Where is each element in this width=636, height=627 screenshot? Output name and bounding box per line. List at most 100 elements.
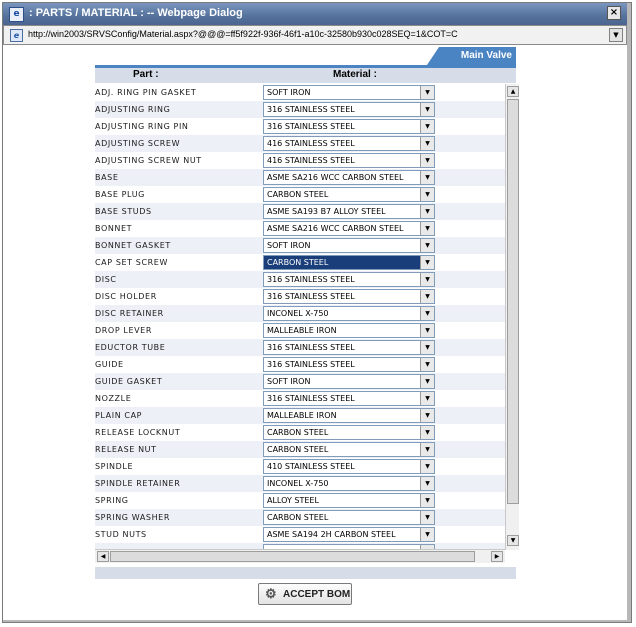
chevron-down-icon[interactable]: ▼ bbox=[420, 443, 434, 456]
chevron-down-icon[interactable]: ▼ bbox=[420, 239, 434, 252]
material-select[interactable]: 316 STAINLESS STEEL ▼ bbox=[263, 357, 435, 372]
chevron-down-icon[interactable]: ▼ bbox=[420, 273, 434, 286]
chevron-down-icon[interactable]: ▼ bbox=[420, 307, 434, 320]
table-row: SPRING WASHER CARBON STEEL ▼ bbox=[95, 509, 505, 526]
chevron-down-icon[interactable]: ▼ bbox=[420, 205, 434, 218]
chevron-down-icon[interactable]: ▼ bbox=[420, 324, 434, 337]
material-value: MALLEABLE IRON bbox=[267, 411, 337, 420]
hscroll-thumb[interactable] bbox=[110, 551, 475, 562]
chevron-down-icon[interactable]: ▼ bbox=[420, 188, 434, 201]
chevron-down-icon[interactable]: ▼ bbox=[609, 28, 623, 42]
part-label: DISC HOLDER bbox=[95, 292, 157, 301]
material-value: ASME SA216 WCC CARBON STEEL bbox=[267, 224, 404, 233]
table-row: DISC 316 STAINLESS STEEL ▼ bbox=[95, 271, 505, 288]
part-label: RELEASE NUT bbox=[95, 445, 157, 454]
material-select[interactable]: ASME SA193 B7 ALLOY STEEL ▼ bbox=[263, 204, 435, 219]
scroll-left-icon[interactable]: ◀ bbox=[97, 551, 109, 562]
material-select[interactable]: ASME SA216 WCC CARBON STEEL ▼ bbox=[263, 221, 435, 236]
material-value: ALLOY STEEL bbox=[267, 496, 319, 505]
material-select[interactable]: 316 STAINLESS STEEL ▼ bbox=[263, 119, 435, 134]
part-label: DISC RETAINER bbox=[95, 309, 164, 318]
chevron-down-icon[interactable]: ▼ bbox=[420, 154, 434, 167]
table-row: GUIDE 316 STAINLESS STEEL ▼ bbox=[95, 356, 505, 373]
material-select[interactable]: 316 STAINLESS STEEL ▼ bbox=[263, 102, 435, 117]
chevron-down-icon[interactable]: ▼ bbox=[420, 256, 434, 269]
chevron-down-icon[interactable]: ▼ bbox=[420, 290, 434, 303]
table-row: PLAIN CAP MALLEABLE IRON ▼ bbox=[95, 407, 505, 424]
scroll-right-icon[interactable]: ▶ bbox=[491, 551, 503, 562]
vertical-scrollbar[interactable]: ▲ ▼ bbox=[505, 84, 519, 550]
part-label: SPRING WASHER bbox=[95, 513, 170, 522]
material-select[interactable]: ALLOY STEEL ▼ bbox=[263, 493, 435, 508]
material-select[interactable]: MALLEABLE IRON ▼ bbox=[263, 408, 435, 423]
ie-page-icon: e bbox=[9, 7, 24, 22]
part-label: PLAIN CAP bbox=[95, 411, 143, 420]
horizontal-scrollbar[interactable]: ◀ ▶ bbox=[95, 549, 505, 563]
material-select[interactable]: 316 STAINLESS STEEL ▼ bbox=[263, 289, 435, 304]
chevron-down-icon[interactable]: ▼ bbox=[420, 409, 434, 422]
material-select[interactable]: INCONEL X-750 ▼ bbox=[263, 476, 435, 491]
material-select[interactable]: 416 STAINLESS STEEL ▼ bbox=[263, 136, 435, 151]
material-select[interactable]: CARBON STEEL ▼ bbox=[263, 425, 435, 440]
material-select[interactable]: 316 STAINLESS STEEL ▼ bbox=[263, 272, 435, 287]
chevron-down-icon[interactable]: ▼ bbox=[420, 460, 434, 473]
material-value: 416 STAINLESS STEEL bbox=[267, 156, 355, 165]
material-select[interactable]: CARBON STEEL ▼ bbox=[263, 510, 435, 525]
material-select[interactable]: 410 STAINLESS STEEL ▼ bbox=[263, 459, 435, 474]
chevron-down-icon[interactable]: ▼ bbox=[420, 137, 434, 150]
title-bar[interactable]: e : PARTS / MATERIAL : -- Webpage Dialog… bbox=[3, 3, 627, 25]
accept-bom-button[interactable]: ⚙ ACCEPT BOM bbox=[258, 583, 352, 605]
scroll-thumb[interactable] bbox=[507, 99, 519, 504]
material-select[interactable]: CARBON STEEL ▼ bbox=[263, 187, 435, 202]
material-select[interactable]: SOFT IRON ▼ bbox=[263, 374, 435, 389]
tab-main-valve[interactable]: Main Valve bbox=[427, 47, 516, 65]
material-select[interactable]: SOFT IRON ▼ bbox=[263, 238, 435, 253]
table-row: BASE STUDS ASME SA193 B7 ALLOY STEEL ▼ bbox=[95, 203, 505, 220]
material-value: INCONEL X-750 bbox=[267, 309, 329, 318]
chevron-down-icon[interactable]: ▼ bbox=[420, 103, 434, 116]
chevron-down-icon[interactable]: ▼ bbox=[420, 426, 434, 439]
material-select[interactable]: CARBON STEEL ▼ bbox=[263, 442, 435, 457]
chevron-down-icon[interactable]: ▼ bbox=[420, 477, 434, 490]
material-select[interactable]: 316 STAINLESS STEEL ▼ bbox=[263, 391, 435, 406]
material-value: SOFT IRON bbox=[267, 377, 311, 386]
material-select[interactable]: ASME SA216 WCC CARBON STEEL ▼ bbox=[263, 170, 435, 185]
close-button[interactable]: × bbox=[607, 6, 621, 20]
part-label: SPINDLE bbox=[95, 462, 134, 471]
table-row: STUD NUTS ASME SA194 2H CARBON STEEL ▼ bbox=[95, 526, 505, 543]
part-label: BONNET GASKET bbox=[95, 241, 171, 250]
table-row: RELEASE LOCKNUT CARBON STEEL ▼ bbox=[95, 424, 505, 441]
chevron-down-icon[interactable]: ▼ bbox=[420, 494, 434, 507]
material-value: CARBON STEEL bbox=[267, 428, 329, 437]
material-value: 416 STAINLESS STEEL bbox=[267, 139, 355, 148]
table-row: BASE ASME SA216 WCC CARBON STEEL ▼ bbox=[95, 169, 505, 186]
part-label: GUIDE GASKET bbox=[95, 377, 163, 386]
material-select[interactable]: ASME SA194 2H CARBON STEEL ▼ bbox=[263, 527, 435, 542]
ie-e-icon: e bbox=[10, 29, 23, 42]
material-select[interactable]: 316 STAINLESS STEEL ▼ bbox=[263, 340, 435, 355]
table-row: DROP LEVER MALLEABLE IRON ▼ bbox=[95, 322, 505, 339]
chevron-down-icon[interactable]: ▼ bbox=[420, 511, 434, 524]
material-select[interactable]: 416 STAINLESS STEEL ▼ bbox=[263, 153, 435, 168]
url-bar[interactable]: e http://win2003/SRVSConfig/Material.asp… bbox=[3, 25, 627, 45]
chevron-down-icon[interactable]: ▼ bbox=[420, 86, 434, 99]
table-row: DISC RETAINER INCONEL X-750 ▼ bbox=[95, 305, 505, 322]
scroll-down-icon[interactable]: ▼ bbox=[507, 535, 519, 546]
material-select[interactable]: INCONEL X-750 ▼ bbox=[263, 306, 435, 321]
table-row: BONNET ASME SA216 WCC CARBON STEEL ▼ bbox=[95, 220, 505, 237]
chevron-down-icon[interactable]: ▼ bbox=[420, 171, 434, 184]
material-select[interactable]: MALLEABLE IRON ▼ bbox=[263, 323, 435, 338]
footer-band bbox=[95, 567, 516, 579]
chevron-down-icon[interactable]: ▼ bbox=[420, 222, 434, 235]
chevron-down-icon[interactable]: ▼ bbox=[420, 341, 434, 354]
material-select[interactable]: CARBON STEEL ▼ bbox=[263, 255, 435, 270]
chevron-down-icon[interactable]: ▼ bbox=[420, 358, 434, 371]
chevron-down-icon[interactable]: ▼ bbox=[420, 120, 434, 133]
chevron-down-icon[interactable]: ▼ bbox=[420, 375, 434, 388]
scroll-up-icon[interactable]: ▲ bbox=[507, 86, 519, 97]
chevron-down-icon[interactable]: ▼ bbox=[420, 392, 434, 405]
material-select[interactable]: SOFT IRON ▼ bbox=[263, 85, 435, 100]
table-row: SPINDLE RETAINER INCONEL X-750 ▼ bbox=[95, 475, 505, 492]
chevron-down-icon[interactable]: ▼ bbox=[420, 528, 434, 541]
table-row: ADJUSTING RING 316 STAINLESS STEEL ▼ bbox=[95, 101, 505, 118]
